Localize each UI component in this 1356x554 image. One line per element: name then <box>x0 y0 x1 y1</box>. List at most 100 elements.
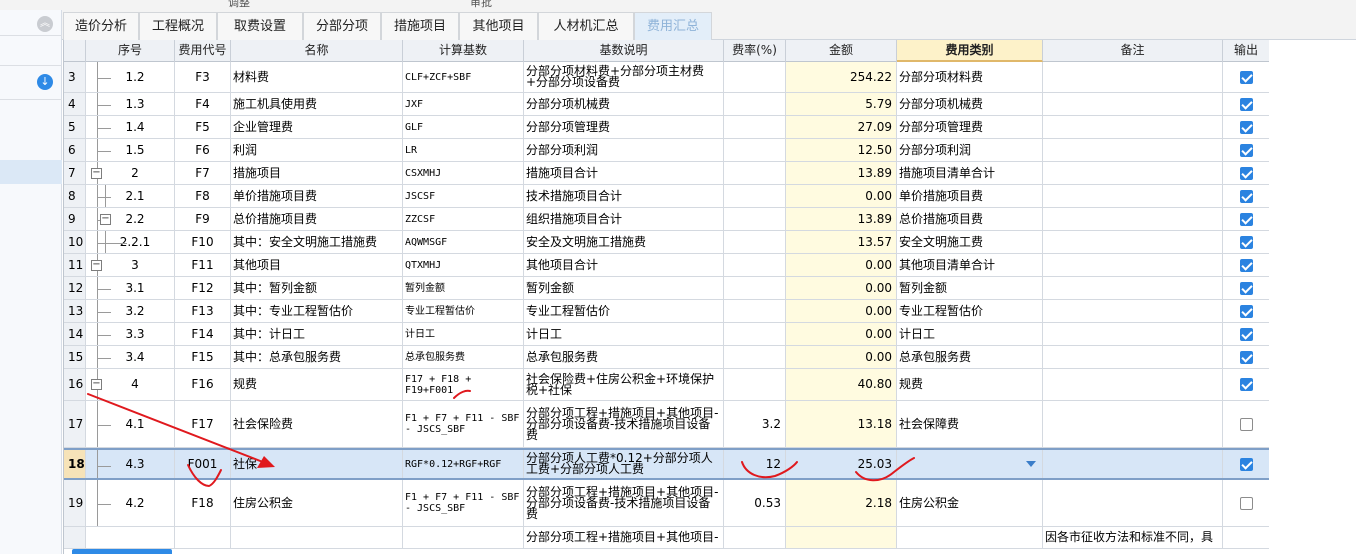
cell-base[interactable]: RGF*0.12+RGF+RGF <box>403 450 524 478</box>
cell-seq[interactable]: − 2.2 <box>86 208 175 230</box>
cell-code[interactable]: F14 <box>175 323 231 345</box>
output-checkbox[interactable] <box>1239 166 1253 180</box>
cell-name[interactable]: 社保 <box>231 450 403 478</box>
output-checkbox[interactable] <box>1239 120 1253 134</box>
cell-type[interactable]: 总承包服务费 <box>897 346 1043 368</box>
cell-name[interactable]: 其他项目 <box>231 254 403 276</box>
cell-rate[interactable] <box>724 346 786 368</box>
cell-seq[interactable]: 1.2 <box>86 62 175 92</box>
cell-code[interactable]: F9 <box>175 208 231 230</box>
cell-type[interactable]: 暂列金额 <box>897 277 1043 299</box>
cell-amount[interactable]: 5.79 <box>786 93 897 115</box>
cell-rate[interactable]: 12 <box>724 450 786 478</box>
cell-seq[interactable]: −3 <box>86 254 175 276</box>
cell-desc[interactable]: 组织措施项目合计 <box>524 208 724 230</box>
cell-name[interactable]: 企业管理费 <box>231 116 403 138</box>
cell-out[interactable] <box>1223 62 1269 92</box>
cell-base[interactable]: 暂列金额 <box>403 277 524 299</box>
tab-sub-items[interactable]: 分部分项 <box>303 12 381 40</box>
cell-desc[interactable]: 安全及文明施工措施费 <box>524 231 724 253</box>
output-checkbox[interactable] <box>1239 212 1253 226</box>
cell-base[interactable]: F1 + F7 + F11 - SBF - JSCS_SBF <box>403 480 524 526</box>
cell-out[interactable] <box>1223 369 1269 400</box>
cell-desc[interactable]: 计日工 <box>524 323 724 345</box>
collapse-icon[interactable]: − <box>91 259 102 271</box>
cell-name[interactable]: 材料费 <box>231 62 403 92</box>
collapse-icon[interactable]: − <box>91 167 102 179</box>
cell-type[interactable]: 安全文明施工费 <box>897 231 1043 253</box>
cell-amount[interactable]: 0.00 <box>786 300 897 322</box>
cell-base[interactable]: AQWMSGF <box>403 231 524 253</box>
cell-code[interactable]: F15 <box>175 346 231 368</box>
cell-amount[interactable]: 254.22 <box>786 62 897 92</box>
cell-type[interactable]: 分部分项利润 <box>897 139 1043 161</box>
cell-out[interactable] <box>1223 300 1269 322</box>
cell-base[interactable]: CLF+ZCF+SBF <box>403 62 524 92</box>
table-row[interactable]: 13 3.2 F13 其中：专业工程暂估价 专业工程暂估价 专业工程暂估价 0.00 专业工程… <box>64 300 1269 323</box>
cell-desc[interactable]: 分部分项工程+措施项目+其他项目-分部分项设备费-技术措施项目设备费 <box>524 480 724 526</box>
cell-seq[interactable]: 1.5 <box>86 139 175 161</box>
cell-base[interactable]: LR <box>403 139 524 161</box>
cell-code[interactable]: F13 <box>175 300 231 322</box>
output-checkbox[interactable] <box>1239 70 1253 84</box>
cell-amount[interactable]: 13.57 <box>786 231 897 253</box>
cell-rate[interactable] <box>724 231 786 253</box>
cell-rate[interactable] <box>724 300 786 322</box>
cell-desc[interactable]: 分部分项人工费*0.12+分部分项人工费+分部分项人工费 <box>524 450 724 478</box>
cell-out[interactable] <box>1223 323 1269 345</box>
header-name[interactable]: 名称 <box>231 40 403 62</box>
cell-out[interactable] <box>1223 480 1269 526</box>
tab-other-items[interactable]: 其他项目 <box>459 12 538 40</box>
cell-seq[interactable]: 3.3 <box>86 323 175 345</box>
cell-out[interactable] <box>1223 346 1269 368</box>
tab-labor-material-summary[interactable]: 人材机汇总 <box>538 12 634 40</box>
table-row[interactable]: 11−3 F11 其他项目 QTXMHJ 其他项目合计 0.00 其他项目清单合计 <box>64 254 1269 277</box>
cell-code[interactable]: F4 <box>175 93 231 115</box>
cell-out[interactable] <box>1223 208 1269 230</box>
cell-base[interactable]: F17 + F18 + F19+F001 <box>403 369 524 400</box>
cell-desc[interactable]: 措施项目合计 <box>524 162 724 184</box>
cell-name[interactable]: 其中：专业工程暂估价 <box>231 300 403 322</box>
cell-name[interactable] <box>231 527 403 548</box>
cell-out[interactable] <box>1223 254 1269 276</box>
table-row[interactable]: 14 3.3 F14 其中：计日工 计日工 计日工 0.00 计日工 <box>64 323 1269 346</box>
output-checkbox[interactable] <box>1239 281 1253 295</box>
cell-type[interactable]: 规费 <box>897 369 1043 400</box>
table-row[interactable]: 10 2.2.1 F10 其中：安全文明施工措施费 AQWMSGF 安全及文明施工措施费 1… <box>64 231 1269 254</box>
cell-code[interactable]: F001 <box>175 450 231 478</box>
cell-rate[interactable] <box>724 254 786 276</box>
cell-type[interactable]: 分部分项机械费 <box>897 93 1043 115</box>
cell-note[interactable] <box>1043 139 1223 161</box>
cell-rate[interactable] <box>724 527 786 548</box>
cell-desc[interactable]: 分部分项管理费 <box>524 116 724 138</box>
cell-note[interactable] <box>1043 323 1223 345</box>
output-checkbox[interactable] <box>1239 327 1253 341</box>
output-checkbox[interactable] <box>1239 304 1253 318</box>
cell-seq[interactable]: −2 <box>86 162 175 184</box>
output-checkbox[interactable] <box>1239 378 1253 391</box>
output-checkbox[interactable] <box>1239 143 1253 157</box>
cell-base[interactable]: 总承包服务费 <box>403 346 524 368</box>
cell-rate[interactable] <box>724 162 786 184</box>
cell-seq[interactable]: 1.4 <box>86 116 175 138</box>
header-seq[interactable]: 序号 <box>86 40 175 62</box>
cell-name[interactable]: 其中：总承包服务费 <box>231 346 403 368</box>
header-desc[interactable]: 基数说明 <box>524 40 724 62</box>
cell-name[interactable]: 总价措施项目费 <box>231 208 403 230</box>
cell-seq[interactable]: 4.1 <box>86 401 175 447</box>
cell-name[interactable]: 施工机具使用费 <box>231 93 403 115</box>
cell-seq[interactable]: 4.3 <box>86 450 175 478</box>
cell-amount[interactable]: 0.00 <box>786 277 897 299</box>
cell-type[interactable]: 总价措施项目费 <box>897 208 1043 230</box>
cell-desc[interactable]: 分部分项材料费+分部分项主材费+分部分项设备费 <box>524 62 724 92</box>
cell-name[interactable]: 其中：计日工 <box>231 323 403 345</box>
cell-rate[interactable]: 0.53 <box>724 480 786 526</box>
cell-desc[interactable]: 分部分项机械费 <box>524 93 724 115</box>
table-row[interactable]: 15 3.4 F15 其中：总承包服务费 总承包服务费 总承包服务费 0.00 总承包服务费 <box>64 346 1269 369</box>
table-row[interactable]: 12 3.1 F12 其中：暂列金额 暂列金额 暂列金额 0.00 暂列金额 <box>64 277 1269 300</box>
cell-note[interactable] <box>1043 401 1223 447</box>
cell-rate[interactable] <box>724 62 786 92</box>
cell-amount[interactable]: 0.00 <box>786 323 897 345</box>
cell-amount[interactable]: 13.18 <box>786 401 897 447</box>
cell-amount[interactable]: 0.00 <box>786 346 897 368</box>
